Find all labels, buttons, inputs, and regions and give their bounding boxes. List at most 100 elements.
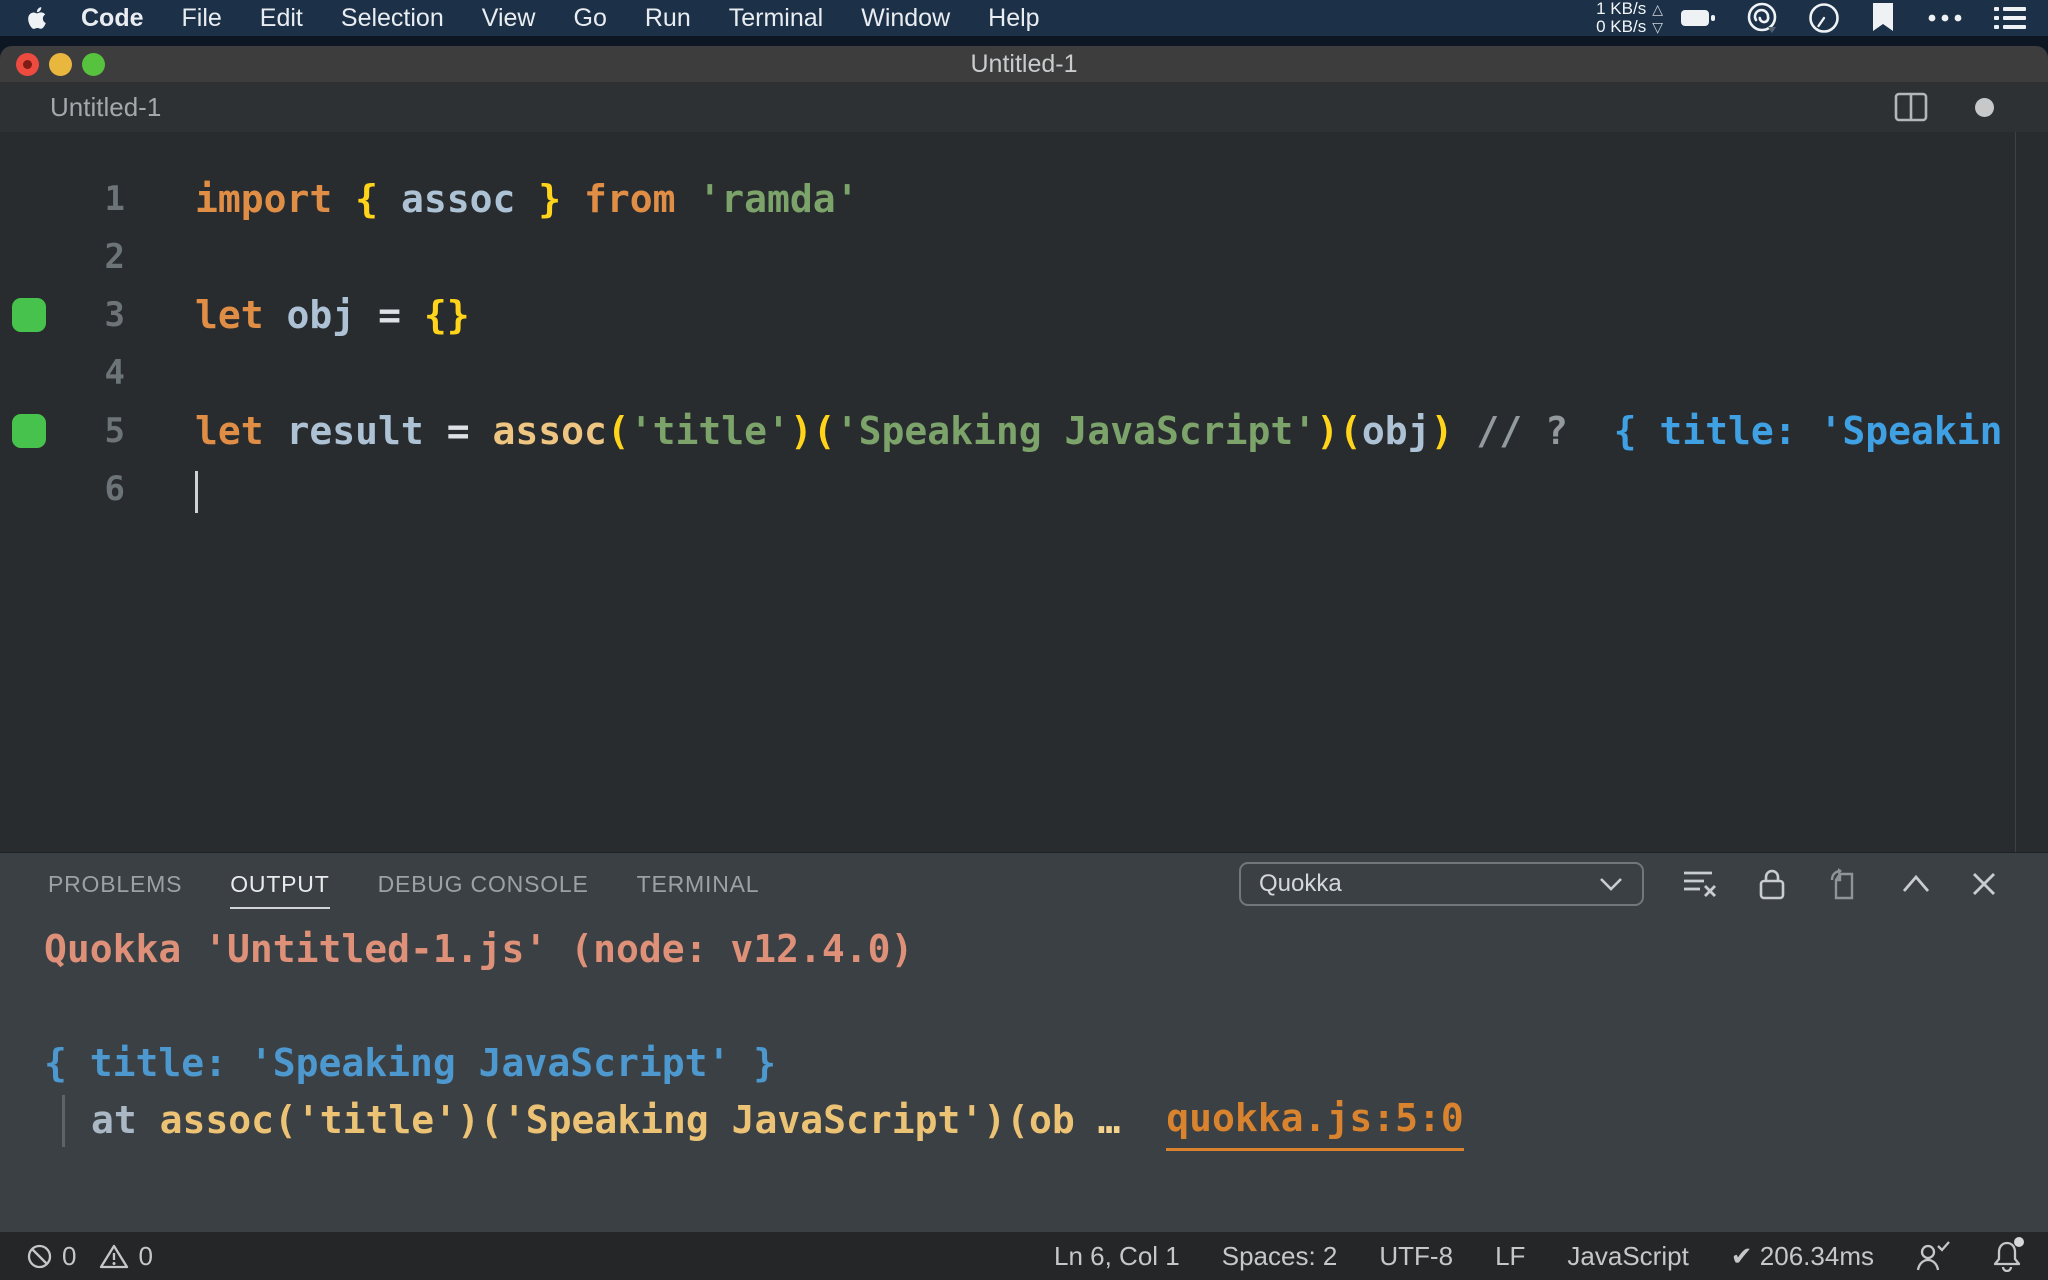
- code-token: (: [606, 409, 630, 453]
- net-down-label: 0 KB/s: [1596, 17, 1647, 36]
- menu-item-window[interactable]: Window: [842, 0, 969, 36]
- gutter-marker-area: [0, 414, 52, 448]
- panel-tab-terminal[interactable]: TERMINAL: [637, 871, 760, 898]
- line-number: 4: [104, 353, 125, 393]
- code-token: let: [195, 293, 264, 337]
- output-token: { title: 'Speaking JavaScript' }: [44, 1041, 777, 1085]
- line-number: 1: [104, 179, 125, 219]
- code-token: obj: [286, 293, 356, 337]
- apple-menu-icon[interactable]: [24, 3, 50, 33]
- code-token: )(: [789, 409, 836, 453]
- desktop-wallpaper-strip: [0, 36, 2048, 46]
- error-count: 0: [62, 1240, 77, 1271]
- code-token: obj: [1361, 409, 1431, 453]
- bookmark-app-icon[interactable]: [1868, 1, 1898, 35]
- swirl-app-icon[interactable]: [1744, 0, 1780, 36]
- code-token: }: [538, 177, 562, 221]
- quokka-coverage-marker: [12, 298, 46, 332]
- lock-scroll-icon[interactable]: [1756, 866, 1788, 902]
- notifications-bell-icon[interactable]: [1992, 1237, 2024, 1272]
- more-dots-icon[interactable]: [1925, 12, 1965, 24]
- code-token: {}: [423, 293, 470, 337]
- line-number: 5: [104, 411, 125, 451]
- error-icon: [26, 1243, 53, 1270]
- split-editor-icon[interactable]: [1894, 92, 1928, 122]
- close-panel-icon[interactable]: [1970, 870, 1998, 898]
- problems-summary[interactable]: 0 0: [26, 1241, 167, 1272]
- output-token: [1143, 1092, 1166, 1149]
- tab-untitled-1[interactable]: Untitled-1: [50, 92, 161, 123]
- menu-items: Code File Edit Selection View Go Run Terminal Wi…: [62, 0, 1059, 36]
- output-source-link[interactable]: quokka.js:5:0: [1166, 1090, 1464, 1151]
- clear-output-icon[interactable]: [1682, 867, 1718, 901]
- code-line-5[interactable]: 5 let result = assoc('title')('Speaking J…: [0, 402, 2048, 460]
- code-token: let: [195, 409, 264, 453]
- panel-tab-debug-console[interactable]: DEBUG CONSOLE: [378, 871, 589, 898]
- status-utf-8[interactable]: UTF-8: [1379, 1241, 1453, 1272]
- output-channel-select[interactable]: Quokka: [1239, 862, 1644, 906]
- code-token: import: [195, 177, 333, 221]
- chevron-down-icon: [1598, 876, 1624, 892]
- output-line-1: Quokka 'Untitled-1.js' (node: v12.4.0): [0, 921, 2048, 978]
- menu-item-edit[interactable]: Edit: [241, 0, 322, 36]
- code-token: assoc: [492, 409, 607, 453]
- output-line-4: at assoc('title')('Speaking JavaScript')…: [0, 1090, 2048, 1151]
- code-lines: 1 import { assoc } from 'ramda' 2 3 let obj …: [0, 170, 2048, 518]
- code-line-1[interactable]: 1 import { assoc } from 'ramda': [0, 170, 2048, 228]
- code-line-4[interactable]: 4: [0, 344, 2048, 402]
- network-speed-indicator[interactable]: 1 KB/s △ 0 KB/s ▽: [1596, 0, 1663, 36]
- open-in-editor-icon[interactable]: [1826, 866, 1862, 902]
- status-javascript[interactable]: JavaScript: [1567, 1241, 1688, 1272]
- status-spaces-2[interactable]: Spaces: 2: [1222, 1241, 1338, 1272]
- warning-count: 0: [138, 1240, 153, 1271]
- panel-tab-output[interactable]: OUTPUT: [230, 871, 330, 909]
- menu-item-file[interactable]: File: [163, 0, 241, 36]
- clock-app-icon[interactable]: [1807, 1, 1841, 35]
- panel-controls: Quokka: [1239, 862, 2048, 906]
- code-line-3[interactable]: 3 let obj = {}: [0, 286, 2048, 344]
- menu-item-run[interactable]: Run: [626, 0, 710, 36]
- output-token: at: [91, 1098, 160, 1142]
- code-token: result: [286, 409, 424, 453]
- code-token: 'ramda': [698, 177, 859, 221]
- status-ln-6-col-1[interactable]: Ln 6, Col 1: [1054, 1241, 1180, 1272]
- statusbar: 0 0 Ln 6, Col 1 Spaces: 2 UTF-8 LF JavaScrip…: [0, 1232, 2048, 1280]
- line-number: 3: [104, 295, 125, 335]
- menu-item-selection[interactable]: Selection: [322, 0, 463, 36]
- editor-tabbar: Untitled-1: [0, 82, 2048, 132]
- menu-item-help[interactable]: Help: [969, 0, 1058, 36]
- code-token: ): [1430, 409, 1454, 453]
- status-lf[interactable]: LF: [1495, 1241, 1525, 1272]
- menu-item-go[interactable]: Go: [555, 0, 626, 36]
- panel-tab-problems[interactable]: PROBLEMS: [48, 871, 182, 898]
- menu-item-terminal[interactable]: Terminal: [710, 0, 842, 36]
- battery-icon[interactable]: [1679, 3, 1717, 33]
- maximize-panel-icon[interactable]: [1900, 873, 1932, 895]
- warning-icon: [99, 1243, 129, 1270]
- net-down-arrow-icon: ▽: [1652, 19, 1663, 35]
- list-menu-icon[interactable]: [1992, 3, 2028, 33]
- window-titlebar: Untitled-1: [0, 46, 2048, 82]
- menu-item-code[interactable]: Code: [62, 0, 163, 36]
- menubar-status-icons: [1679, 0, 2028, 36]
- code-editor[interactable]: 1 import { assoc } from 'ramda' 2 3 let obj …: [0, 132, 2048, 852]
- output-token: …: [1074, 1098, 1144, 1142]
- unsaved-indicator-dot[interactable]: [1975, 98, 1994, 117]
- code-text: [125, 460, 198, 518]
- panel-tabs: PROBLEMS OUTPUT DEBUG CONSOLE TERMINAL: [48, 871, 760, 909]
- feedback-smiley-icon[interactable]: [1916, 1240, 1950, 1272]
- code-line-6[interactable]: 6: [0, 460, 2048, 518]
- output-token: Quokka 'Untitled-1.js' (node: v12.4.0): [44, 927, 914, 971]
- window-title: Untitled-1: [970, 49, 1078, 78]
- code-line-2[interactable]: 2: [0, 228, 2048, 286]
- status-206-34ms[interactable]: ✔ 206.34ms: [1731, 1241, 1874, 1272]
- output-console: Quokka 'Untitled-1.js' (node: v12.4.0) { …: [0, 915, 2048, 1151]
- menu-item-view[interactable]: View: [463, 0, 555, 36]
